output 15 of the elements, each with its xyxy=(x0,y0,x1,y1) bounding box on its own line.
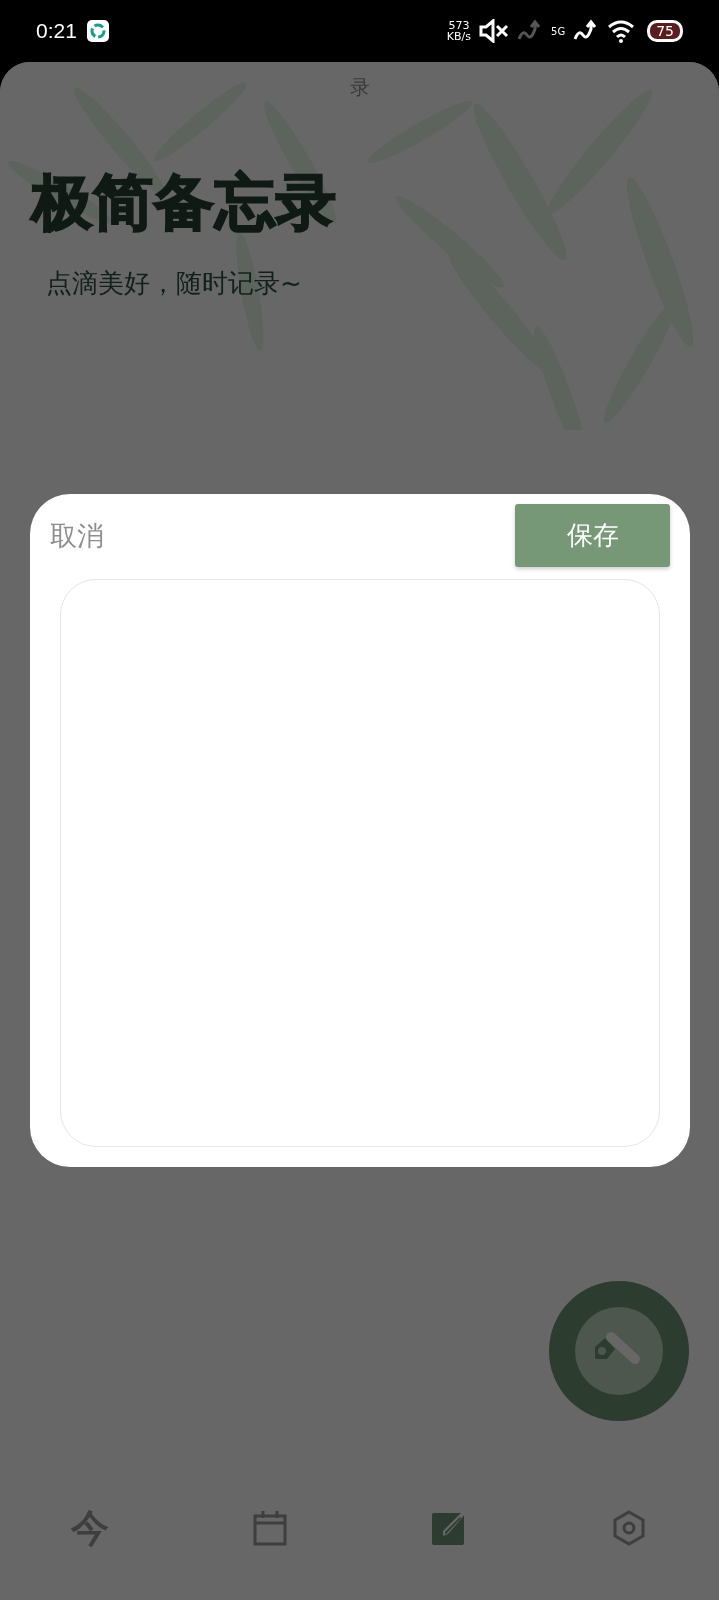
mute-icon xyxy=(479,19,510,43)
network-speed: 573 KB/s xyxy=(446,20,472,42)
network-type: 5G xyxy=(551,26,566,37)
wifi-icon xyxy=(607,18,636,44)
app-icon xyxy=(86,20,109,42)
app-title: 极简备忘录 xyxy=(32,166,337,239)
settings-icon xyxy=(612,1510,647,1546)
battery-indicator: 75 xyxy=(647,20,683,42)
cancel-button[interactable]: 取消 xyxy=(50,517,104,554)
pen-tag-icon xyxy=(575,1307,663,1395)
status-time: 0:21 xyxy=(36,19,77,43)
save-button[interactable]: 保存 xyxy=(515,504,670,567)
note-input[interactable] xyxy=(60,579,660,1147)
calendar-icon xyxy=(251,1510,288,1546)
app-subtitle: 点滴美好，随时记录~ xyxy=(46,267,302,300)
